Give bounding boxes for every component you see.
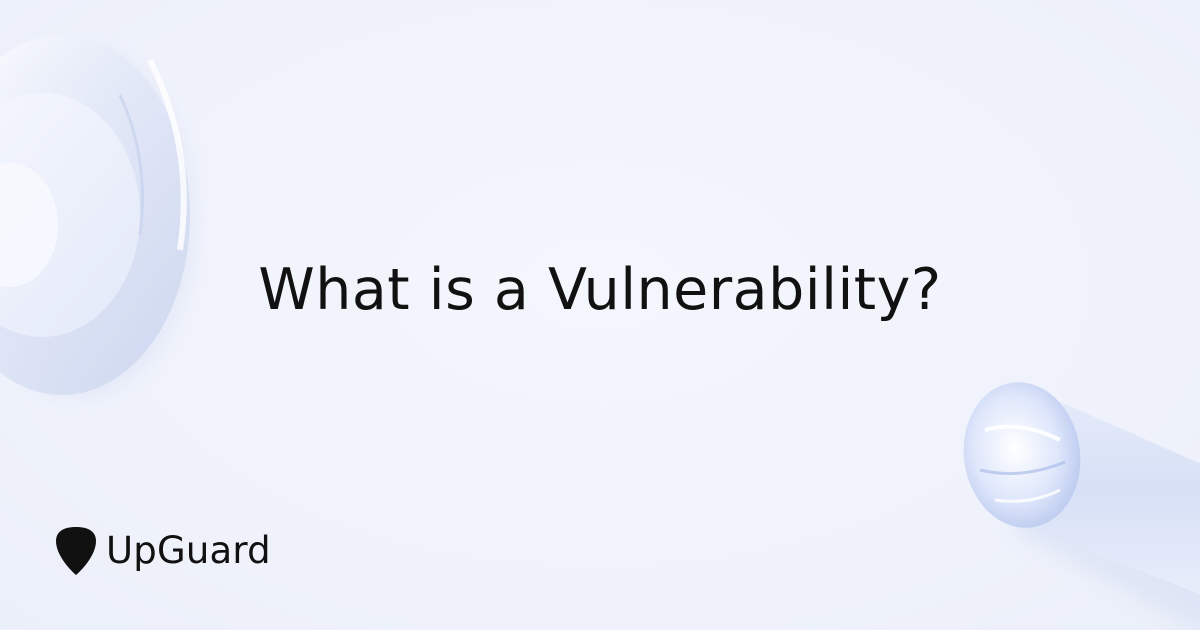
brand-logo: UpGuard xyxy=(55,526,271,576)
share-card: What is a Vulnerability? UpGuard xyxy=(0,0,1200,630)
page-title: What is a Vulnerability? xyxy=(258,257,942,323)
guitar-pick-shield-icon xyxy=(56,527,96,575)
brand-name: UpGuard xyxy=(106,529,271,572)
glass-cylinder-decoration xyxy=(963,382,1200,630)
glass-ring-decoration xyxy=(0,35,195,397)
